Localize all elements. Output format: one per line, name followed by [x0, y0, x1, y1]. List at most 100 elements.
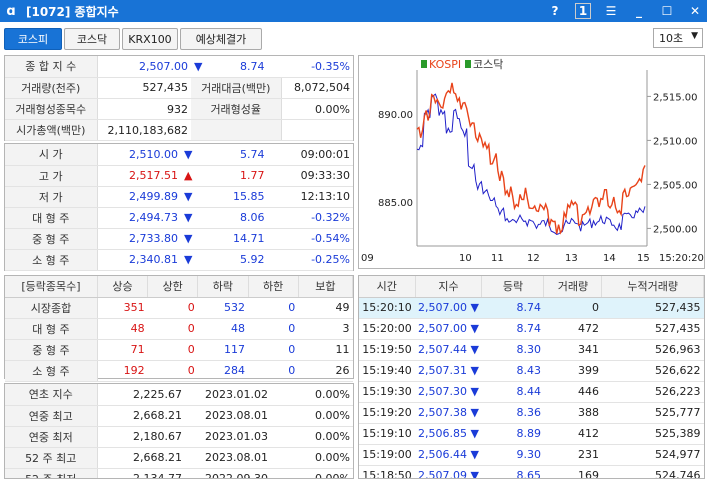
tick-volume: 341	[543, 339, 602, 361]
down-count: 48	[197, 318, 248, 340]
price-value: 2,517.51	[97, 165, 181, 187]
updown-header: 하락	[197, 276, 249, 298]
interval-select[interactable]: 10초 ▼	[653, 28, 703, 48]
tick-volume: 388	[543, 402, 602, 424]
down-count: 532	[197, 297, 248, 319]
tick-index-value: 2,507.00	[418, 322, 467, 335]
price-label: 저 가	[5, 186, 98, 208]
maximize-icon[interactable]: ☐	[659, 3, 675, 19]
tick-change: 8.43	[481, 360, 544, 382]
tick-row[interactable]: 15:18:50 2,507.09 ▼ 8.65 169 524,746	[359, 465, 704, 478]
price-value: 2,340.81	[97, 249, 181, 271]
index-pct: -0.35%	[267, 56, 353, 78]
tick-change: 8.74	[481, 297, 544, 319]
updown-header: 보합	[298, 276, 354, 298]
help-button[interactable]: ?	[547, 3, 563, 19]
menu-icon[interactable]: ☰	[603, 3, 619, 19]
tab-krx100[interactable]: KRX100	[122, 28, 178, 50]
flat-count: 49	[298, 297, 353, 319]
tab-expected[interactable]: 예상체결가	[180, 28, 262, 50]
price-extra: 12:13:10	[267, 186, 353, 208]
legend-kosdaq: 코스닥	[473, 58, 503, 71]
down-arrow-icon: ▼	[470, 301, 479, 314]
price-label: 소 형 주	[5, 249, 98, 271]
tick-time: 15:20:00	[359, 318, 415, 340]
window-number-button[interactable]: 1	[575, 3, 591, 19]
downlimit-count: 0	[248, 297, 299, 319]
uplimit-count: 0	[147, 360, 198, 382]
tick-row[interactable]: 15:19:30 2,507.30 ▼ 8.44 446 526,223	[359, 381, 704, 403]
updown-header: 상승	[97, 276, 149, 298]
tick-time: 15:19:30	[359, 381, 415, 403]
yearly-row: 52 주 최고 2,668.21 2023.08.01 0.00%	[5, 447, 353, 469]
yearly-value: 2,668.21	[97, 405, 185, 427]
tick-row[interactable]: 15:19:20 2,507.38 ▼ 8.36 388 525,777	[359, 402, 704, 424]
yearly-pct: 0.00%	[271, 447, 353, 469]
tab-kospi[interactable]: 코스피	[4, 28, 62, 50]
title-bar: ɑ [1072] 종합지수 ? 1 ☰ _ ☐ ✕	[0, 0, 707, 22]
up-count: 351	[97, 297, 148, 319]
price-row: 고 가 2,517.51 ▲ 1.77 09:33:30	[5, 165, 353, 187]
down-arrow-icon: ▼	[181, 144, 196, 166]
yearly-date: 2023.01.02	[185, 384, 271, 406]
yearly-label: 연초 지수	[5, 384, 98, 406]
window-title: [1072] 종합지수	[26, 4, 119, 19]
tick-index-value: 2,507.31	[418, 364, 467, 377]
updown-panel: [등락종목수] 상승 상한 하락 하한 보합 시장종합 351 0 532 0 49 대 형 주 48 0 4…	[4, 275, 354, 382]
yearly-panel: 연초 지수 2,225.67 2023.01.02 0.00% 연중 최고 2,668.2…	[4, 383, 354, 479]
tick-row[interactable]: 15:19:40 2,507.31 ▼ 8.43 399 526,622	[359, 360, 704, 382]
yearly-pct: 0.00%	[271, 384, 353, 406]
right-tick-label: 2,505.00	[653, 180, 698, 191]
kosdaq-line	[416, 93, 646, 235]
tick-index: 2,507.00 ▼	[415, 318, 482, 340]
tick-cumulative: 525,389	[601, 423, 704, 445]
updown-row: 중 형 주 71 0 117 0 11	[5, 339, 353, 361]
x-tick-label: 09	[361, 253, 374, 264]
tick-row[interactable]: 15:20:00 2,507.00 ▼ 8.74 472 527,435	[359, 318, 704, 340]
x-tick-label: 14	[603, 253, 616, 264]
tick-header: 거래량	[543, 276, 603, 298]
tick-change: 8.30	[481, 339, 544, 361]
tick-row[interactable]: 15:19:00 2,506.44 ▼ 9.30 231 524,977	[359, 444, 704, 466]
summary-label: 거래형성종목수	[5, 98, 98, 120]
yearly-row: 52 주 최저 2,134.77 2022.09.30 0.00%	[5, 468, 353, 478]
yearly-date: 2022.09.30	[185, 468, 271, 478]
up-count: 192	[97, 360, 148, 382]
tick-change: 8.65	[481, 465, 544, 478]
price-value: 2,733.80	[97, 228, 181, 250]
price-panel: 시 가 2,510.00 ▼ 5.74 09:00:01 고 가 2,517.51 ▲ 1.77…	[4, 143, 354, 271]
tick-row[interactable]: 15:19:10 2,506.85 ▼ 8.89 412 525,389	[359, 423, 704, 445]
summary-label: 거래형성율	[191, 98, 282, 120]
price-row: 대 형 주 2,494.73 ▼ 8.06 -0.32%	[5, 207, 353, 229]
tick-index: 2,507.31 ▼	[415, 360, 482, 382]
x-tick-label: 11	[491, 253, 504, 264]
traded-count: 932	[97, 98, 191, 120]
down-arrow-icon: ▼	[181, 186, 196, 208]
left-tick-label: 885.00	[378, 198, 413, 209]
minimize-icon[interactable]: _	[631, 3, 647, 19]
x-tick-label: 15	[637, 253, 650, 264]
tab-kosdaq[interactable]: 코스닥	[64, 28, 120, 50]
tick-row[interactable]: 15:20:10 2,507.00 ▼ 8.74 0 527,435	[359, 297, 704, 319]
tick-index-value: 2,507.30	[418, 385, 467, 398]
chevron-down-icon: ▼	[691, 31, 698, 41]
updown-label: 시장종합	[5, 297, 98, 319]
uplimit-count: 0	[147, 318, 198, 340]
summary-label: 거래량(천주)	[5, 77, 98, 99]
updown-row: 소 형 주 192 0 284 0 26	[5, 360, 353, 382]
price-extra: -0.54%	[267, 228, 353, 250]
flat-count: 3	[298, 318, 353, 340]
tick-row[interactable]: 15:19:50 2,507.44 ▼ 8.30 341 526,963	[359, 339, 704, 361]
price-row: 소 형 주 2,340.81 ▼ 5.92 -0.25%	[5, 249, 353, 271]
kospi-line	[416, 82, 646, 235]
yearly-value: 2,180.67	[97, 426, 185, 448]
x-tick-label: 13	[565, 253, 578, 264]
yearly-label: 52 주 최저	[5, 468, 98, 478]
summary-panel: 종 합 지 수 2,507.00 ▼ 8.74 -0.35% 거래량(천주) 5…	[4, 55, 354, 141]
price-change: 5.92	[195, 249, 268, 271]
down-arrow-icon: ▼	[470, 448, 479, 461]
yearly-value: 2,225.67	[97, 384, 185, 406]
close-icon[interactable]: ✕	[687, 3, 703, 19]
downlimit-count: 0	[248, 360, 299, 382]
tick-change: 8.44	[481, 381, 544, 403]
